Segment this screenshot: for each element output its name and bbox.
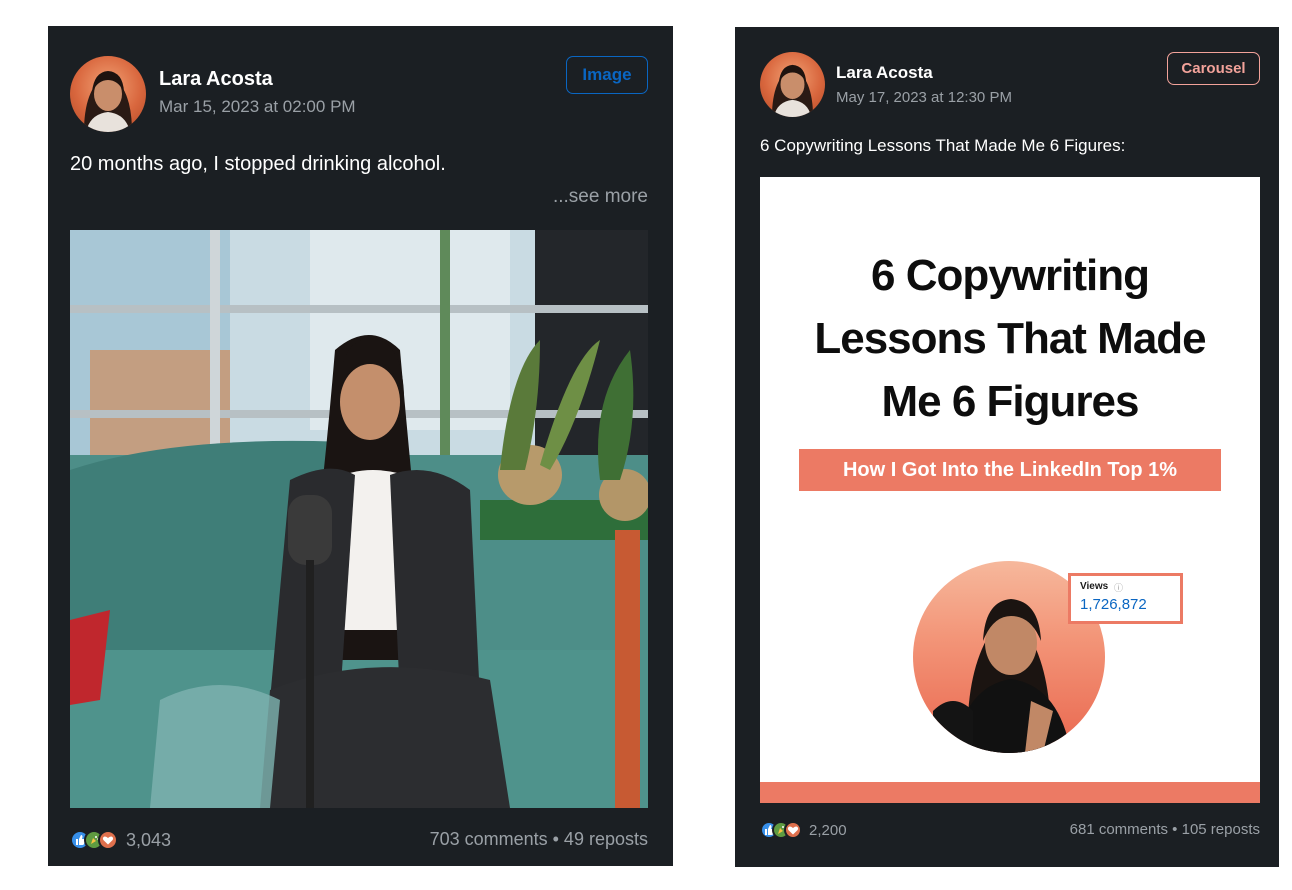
post-caption: 20 months ago, I stopped drinking alcoho… [70,153,446,175]
post-card[interactable]: Lara Acosta May 17, 2023 at 12:30 PM Car… [735,27,1279,867]
slide-bottom-bar [760,782,1260,803]
views-label: Views [1080,581,1109,592]
author-avatar[interactable] [760,52,825,117]
author-avatar[interactable] [70,56,146,132]
reactions-count[interactable]: 2,200 [809,822,847,839]
slide-banner: How I Got Into the LinkedIn Top 1% [799,449,1221,491]
views-stat-card: Views ⓘ 1,726,872 [1068,573,1183,624]
author-name[interactable]: Lara Acosta [836,63,933,83]
info-icon: ⓘ [1114,583,1124,593]
love-icon [98,830,118,850]
post-caption: 6 Copywriting Lessons That Made Me 6 Fig… [760,136,1126,155]
post-date: Mar 15, 2023 at 02:00 PM [159,97,356,116]
author-name[interactable]: Lara Acosta [159,68,273,91]
post-type-badge: Image [566,56,648,94]
love-icon [784,821,802,839]
slide-title-line: 6 Copywriting [871,251,1150,300]
views-value: 1,726,872 [1080,596,1147,613]
post-type-badge: Carousel [1167,52,1260,85]
reactions-count[interactable]: 3,043 [126,830,171,851]
slide-title-line: Lessons That Made [814,314,1206,363]
carousel-slide[interactable]: 6 Copywriting Lessons That Made Me 6 Fig… [760,177,1260,803]
post-image[interactable] [70,230,648,808]
comments-reposts-count[interactable]: 681 comments • 105 reposts [1070,821,1260,838]
reactions-summary[interactable]: 3,043 [70,827,171,853]
see-more-link[interactable]: ...see more [553,186,648,208]
reactions-summary[interactable]: 2,200 [760,818,847,842]
post-card[interactable]: Lara Acosta Mar 15, 2023 at 02:00 PM Ima… [48,26,673,866]
comments-reposts-count[interactable]: 703 comments • 49 reposts [430,829,648,850]
slide-title-line: Me 6 Figures [881,377,1140,426]
post-date: May 17, 2023 at 12:30 PM [836,89,1012,106]
